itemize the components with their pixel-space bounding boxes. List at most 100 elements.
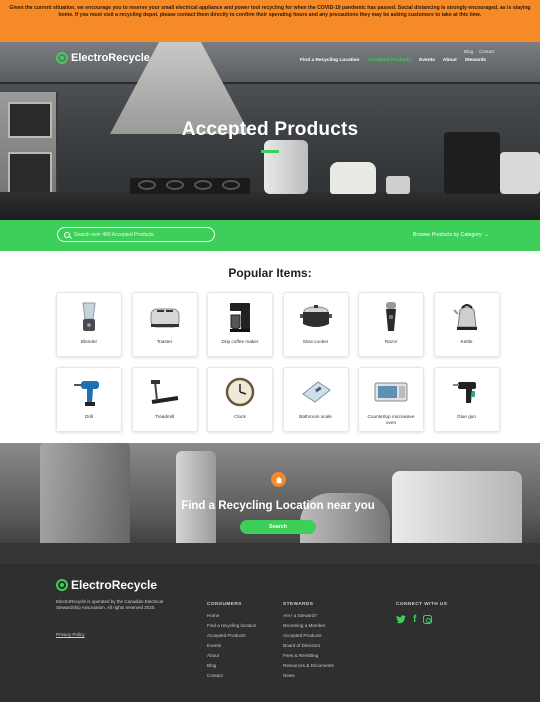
product-label: Drill	[84, 414, 94, 419]
covid-notice-text: Given the current situation, we encourag…	[9, 5, 531, 19]
footer-consumers-heading: CONSUMERS	[207, 602, 242, 607]
product-card-toaster[interactable]: Toaster	[131, 292, 198, 357]
footer-connect-heading: CONNECT WITH US	[396, 602, 448, 607]
footer-link-blog[interactable]: Blog	[207, 661, 256, 671]
clock-icon	[223, 375, 257, 409]
product-label: Countertop microwave oven	[367, 414, 415, 425]
product-card-glue-gun[interactable]: Glue gun	[433, 367, 500, 432]
toaster-icon	[148, 300, 182, 334]
product-label: Glue gun	[456, 414, 477, 419]
hero-coffee-maker	[444, 132, 500, 194]
coffee-maker-icon	[223, 300, 257, 334]
product-card-blender[interactable]: Blender	[56, 292, 122, 357]
footer-link-fees[interactable]: Fees & Remitting	[283, 651, 334, 661]
footer-consumers-column: CONSUMERS Home Find a recycling location…	[207, 602, 256, 681]
utility-nav: Blog Contact	[464, 49, 495, 54]
nav-stewards[interactable]: Stewards	[465, 58, 486, 63]
product-label: Bathroom scale	[299, 414, 332, 419]
razor-icon	[374, 300, 408, 334]
product-label: Toaster	[156, 339, 173, 344]
footer-about-text: ElectroRecycle is operated by the Canadi…	[56, 599, 164, 611]
product-card-clock[interactable]: Clock	[207, 367, 273, 432]
social-links: f	[396, 615, 433, 627]
instagram-icon[interactable]	[423, 615, 433, 624]
product-search-input[interactable]	[74, 231, 214, 238]
product-card-razor[interactable]: Razor	[358, 292, 424, 357]
footer-link-contact[interactable]: Contact	[207, 671, 256, 681]
twitter-icon[interactable]	[396, 615, 406, 627]
footer-link-find-location[interactable]: Find a recycling location	[207, 621, 256, 631]
product-card-countertop-microwave-oven[interactable]: Countertop microwave oven	[358, 367, 424, 432]
site-logo[interactable]: ElectroRecycle	[56, 52, 150, 64]
home-pin-icon	[271, 472, 286, 487]
footer-link-about[interactable]: About	[207, 651, 256, 661]
footer-link-becoming-member[interactable]: Becoming a Member	[283, 621, 334, 631]
nav-find-location[interactable]: Find a Recycling Location	[300, 58, 359, 63]
footer-logo-text: ElectroRecycle	[71, 578, 158, 592]
product-label: Kettle	[460, 339, 473, 344]
microwave-icon	[374, 375, 408, 409]
footer-logo[interactable]: ElectroRecycle	[56, 578, 157, 592]
product-label: Slow cooker	[302, 339, 329, 344]
nav-about[interactable]: About	[443, 58, 457, 63]
product-card-slow-cooker[interactable]: Slow cooker	[282, 292, 349, 357]
hero-small-appliance	[386, 176, 410, 194]
popular-items-grid: Blender Toaster Drip coffee maker Slow c…	[56, 292, 500, 432]
footer-stewards-heading: STEWARDS	[283, 602, 314, 607]
chevron-down-icon: ⌄	[484, 232, 489, 238]
footer-link-steward-products[interactable]: Accepted Products	[283, 631, 334, 641]
footer-link-events[interactable]: Events	[207, 641, 256, 651]
hero-counter	[0, 192, 540, 220]
product-label: Clock	[234, 414, 246, 419]
nav-events[interactable]: Events	[419, 58, 435, 63]
cta-title: Find a Recycling Location near you	[181, 500, 375, 512]
search-icon[interactable]	[64, 231, 70, 238]
cta-search-button[interactable]: Search	[240, 520, 316, 534]
nav-contact-link[interactable]: Contact	[479, 49, 495, 54]
browse-by-category[interactable]: Browse Products by Category ⌄	[413, 232, 489, 238]
browse-label: Browse Products by Category	[413, 232, 482, 238]
product-label: Drip coffee maker	[221, 339, 259, 344]
footer-link-home[interactable]: Home	[207, 611, 256, 621]
drill-icon	[72, 375, 106, 409]
footer-stewards-column: STEWARDS Am I a Steward? Becoming a Memb…	[283, 602, 334, 681]
footer-link-am-i-steward[interactable]: Am I a Steward?	[283, 611, 334, 621]
product-card-bathroom-scale[interactable]: Bathroom scale	[282, 367, 349, 432]
hero-appliance-right	[500, 152, 540, 194]
product-label: Blender	[80, 339, 98, 344]
cta-tabletop	[0, 543, 540, 564]
scale-icon	[299, 375, 333, 409]
product-label: Treadmill	[154, 414, 175, 419]
product-label: Razor	[384, 339, 398, 344]
covid-notice-banner: Given the current situation, we encourag…	[0, 0, 540, 42]
main-nav: Find a Recycling Location Accepted Produ…	[300, 58, 486, 63]
footer-connect-column: CONNECT WITH US	[396, 602, 447, 611]
product-card-drill[interactable]: Drill	[56, 367, 122, 432]
recycle-logo-icon	[56, 52, 68, 64]
kettle-icon	[450, 300, 484, 334]
treadmill-icon	[148, 375, 182, 409]
footer-link-news[interactable]: News	[283, 671, 334, 681]
title-underline	[261, 150, 279, 153]
product-card-treadmill[interactable]: Treadmill	[131, 367, 198, 432]
recycle-logo-icon	[56, 579, 68, 591]
glue-gun-icon	[450, 375, 484, 409]
slow-cooker-icon	[299, 300, 333, 334]
nav-accepted-products[interactable]: Accepted Products	[367, 58, 411, 63]
hero-kettle	[264, 140, 308, 194]
popular-items-heading: Popular Items:	[228, 266, 312, 280]
footer-link-resources[interactable]: Resources & Documents	[283, 661, 334, 671]
page-title: Accepted Products	[181, 119, 359, 140]
product-search-box[interactable]	[57, 227, 215, 242]
hero-cabinet-edge	[0, 82, 540, 84]
product-card-drip-coffee-maker[interactable]: Drip coffee maker	[207, 292, 273, 357]
facebook-icon[interactable]: f	[413, 615, 416, 627]
site-footer: ElectroRecycle ElectroRecycle is operate…	[0, 564, 540, 702]
hero-toaster	[330, 162, 376, 194]
footer-link-board[interactable]: Board of Directors	[283, 641, 334, 651]
logo-text: ElectroRecycle	[71, 52, 150, 64]
product-card-kettle[interactable]: Kettle	[433, 292, 500, 357]
privacy-policy-link[interactable]: Privacy Policy	[56, 632, 85, 637]
nav-blog-link[interactable]: Blog	[464, 49, 473, 54]
footer-link-accepted-products[interactable]: Accepted Products	[207, 631, 256, 641]
